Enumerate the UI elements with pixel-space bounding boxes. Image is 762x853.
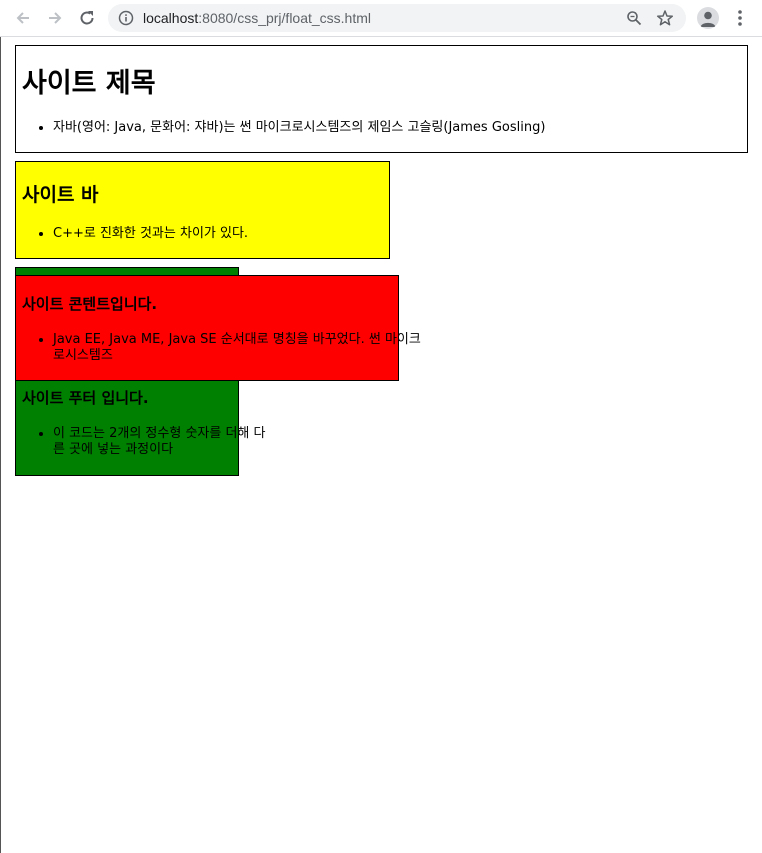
footer-list-item: 이 코드는 2개의 정수형 숫자를 더해 다른 곳에 넣는 과정이다 — [53, 426, 268, 458]
forward-button[interactable] — [43, 6, 67, 30]
bar-list: C++로 진화한 것과는 차이가 있다. — [16, 226, 413, 242]
bar-title: 사이트 바 — [22, 184, 99, 206]
footer-title: 사이트 푸터 입니다. — [22, 389, 149, 407]
info-icon[interactable] — [118, 10, 134, 26]
site-bar: 사이트 바 C++로 진화한 것과는 차이가 있다. — [15, 161, 390, 259]
window-edge — [0, 37, 1, 853]
menu-button[interactable] — [734, 8, 746, 28]
url-host: localhost — [143, 10, 199, 26]
header-list: 자바(영어: Java, 문화어: 쟈바)는 썬 마이크로시스템즈의 제임스 고… — [16, 120, 762, 136]
back-button[interactable] — [11, 6, 35, 30]
star-icon[interactable] — [656, 9, 674, 27]
profile-avatar[interactable] — [697, 7, 719, 29]
site-content: 사이트 콘텐트입니다. Java EE, Java ME, Java SE 순서… — [15, 275, 421, 381]
footer-list: 이 코드는 2개의 정수형 숫자를 더해 다른 곳에 넣는 과정이다 — [16, 426, 268, 458]
content-list-item: Java EE, Java ME, Java SE 순서대로 명칭을 바꾸었다.… — [53, 332, 431, 364]
back-icon — [16, 12, 29, 24]
address-bar[interactable]: localhost:8080/css_prj/float_css.html — [108, 4, 686, 32]
content-list: Java EE, Java ME, Java SE 순서대로 명칭을 바꾸었다.… — [16, 332, 431, 364]
forward-icon — [49, 12, 62, 24]
zoom-icon[interactable] — [626, 10, 642, 26]
header-list-item: 자바(영어: Java, 문화어: 쟈바)는 썬 마이크로시스템즈의 제임스 고… — [53, 120, 762, 136]
header-title: 사이트 제목 — [22, 68, 156, 99]
site-header: 사이트 제목 자바(영어: Java, 문화어: 쟈바)는 썬 마이크로시스템즈… — [15, 45, 748, 153]
content-title: 사이트 콘텐트입니다. — [22, 295, 158, 313]
reload-button[interactable] — [75, 6, 99, 30]
url-text[interactable]: localhost:8080/css_prj/float_css.html — [143, 10, 371, 26]
bar-list-item: C++로 진화한 것과는 차이가 있다. — [53, 226, 413, 242]
menu-icon — [738, 10, 742, 26]
avatar-icon — [700, 11, 716, 27]
reload-icon — [80, 11, 94, 25]
url-path: :8080/css_prj/float_css.html — [198, 10, 372, 26]
browser-toolbar: localhost:8080/css_prj/float_css.html — [0, 0, 762, 37]
